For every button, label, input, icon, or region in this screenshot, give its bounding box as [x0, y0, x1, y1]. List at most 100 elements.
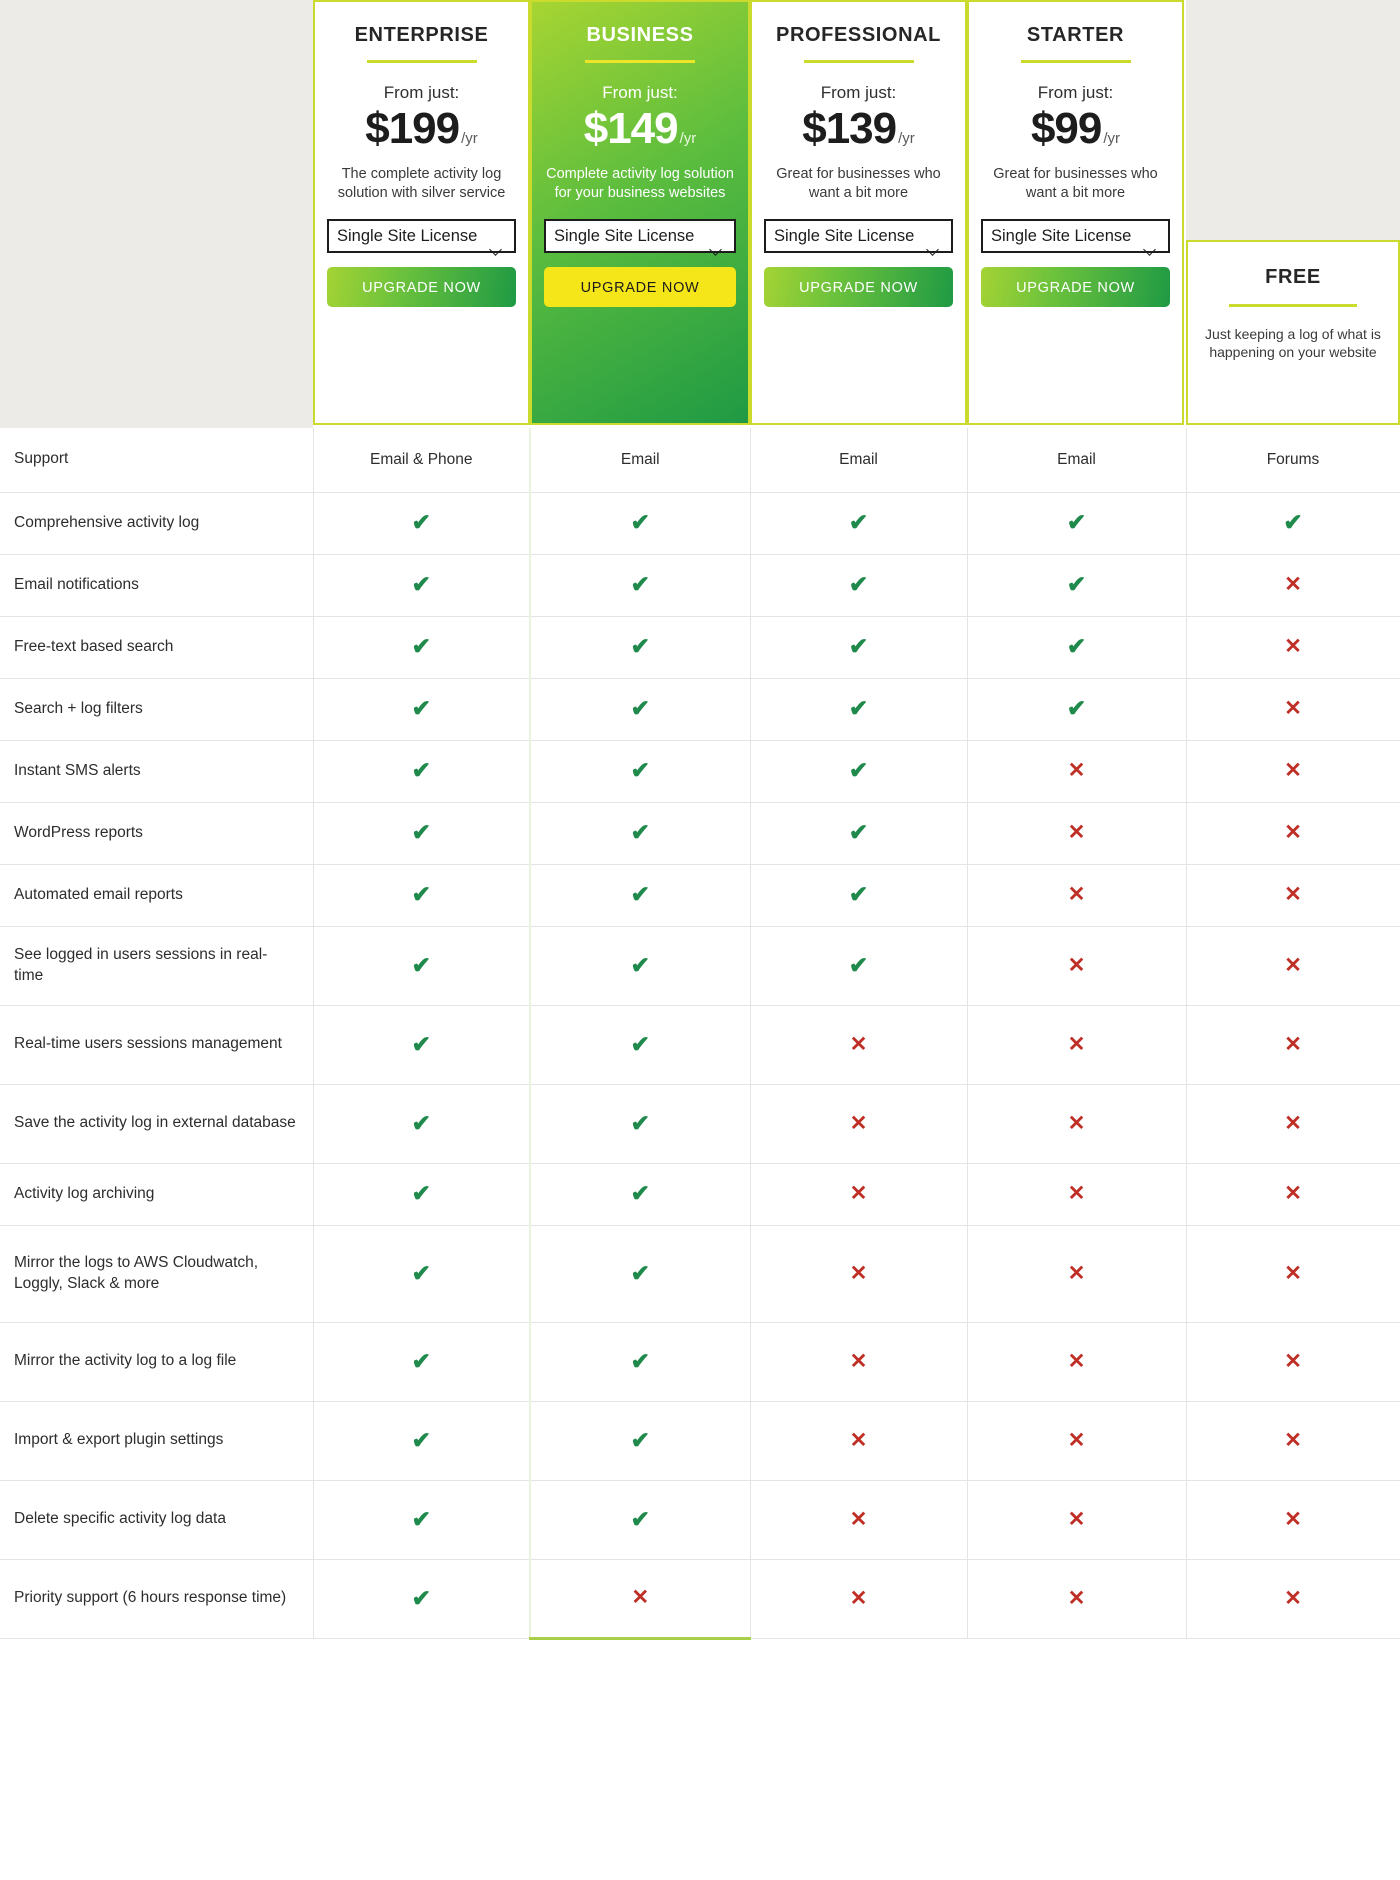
check-icon: ✔ [1066, 695, 1087, 721]
table-row: Search + log filters ✔ ✔ ✔ ✔ ✕ [0, 678, 1400, 741]
pricing-comparison-page: ENTERPRISE From just: $199/yr The comple… [0, 0, 1400, 1880]
table-row: Real-time users sessions management ✔ ✔ ✕ ✕ ✕ [0, 1005, 1400, 1085]
check-icon: ✔ [1066, 509, 1087, 535]
feature-excluded-cell: ✕ [1186, 802, 1400, 865]
from-label-starter: From just: [1037, 83, 1114, 102]
upgrade-button-professional[interactable]: UPGRADE NOW [764, 267, 953, 308]
feature-label: Save the activity log in external databa… [0, 1084, 314, 1164]
title-divider [366, 60, 477, 63]
feature-included-cell: ✔ [313, 492, 531, 555]
feature-included-cell: ✔ [313, 1480, 531, 1560]
feature-included-cell: ✔ [313, 1322, 531, 1402]
feature-label: Delete specific activity log data [0, 1480, 314, 1560]
cross-icon: ✕ [631, 1586, 650, 1609]
cross-icon: ✕ [1067, 1507, 1086, 1531]
cross-icon: ✕ [1067, 953, 1086, 977]
feature-included-cell: ✔ [529, 678, 751, 741]
feature-label: Email notifications [0, 554, 314, 617]
cross-icon: ✕ [1284, 1032, 1302, 1056]
plan-card-professional[interactable]: PROFESSIONAL From just: $139/yr Great fo… [750, 0, 967, 425]
cross-icon: ✕ [849, 1349, 868, 1373]
license-select-enterprise[interactable]: Single Site License [327, 219, 516, 254]
feature-included-cell: ✔ [750, 926, 968, 1006]
feature-label: Real-time users sessions management [0, 1005, 314, 1085]
feature-included-cell: ✔ [750, 678, 968, 741]
feature-excluded-cell: ✕ [750, 1163, 968, 1226]
feature-label: WordPress reports [0, 802, 314, 865]
feature-included-cell: ✔ [529, 492, 751, 555]
upgrade-button-starter[interactable]: UPGRADE NOW [981, 267, 1170, 308]
feature-included-cell: ✔ [750, 554, 968, 617]
license-select-professional[interactable]: Single Site License [764, 219, 953, 254]
price-period-enterprise: /yr [461, 130, 478, 147]
feature-included-cell: ✔ [313, 926, 531, 1006]
price-period-starter: /yr [1103, 130, 1121, 147]
check-icon: ✔ [630, 695, 650, 721]
check-icon: ✔ [630, 1030, 650, 1057]
from-label-enterprise: From just: [383, 83, 460, 102]
check-icon: ✔ [411, 571, 431, 597]
feature-column-spacer [0, 0, 313, 428]
plan-card-free[interactable]: FREE Just keeping a log of what is happe… [1186, 240, 1400, 425]
plan-card-business[interactable]: BUSINESS From just: $149/yr Complete act… [530, 0, 750, 425]
feature-included-cell: ✔ [529, 1163, 751, 1226]
feature-excluded-cell: ✕ [967, 864, 1187, 927]
cross-icon: ✕ [1067, 1428, 1086, 1452]
feature-included-cell: ✔ [529, 1005, 751, 1085]
license-select-business[interactable]: Single Site License [544, 219, 736, 254]
feature-included-cell: ✔ [529, 1401, 751, 1481]
support-value: Forums [1186, 428, 1400, 493]
check-icon: ✔ [411, 1109, 431, 1136]
cross-icon: ✕ [1067, 759, 1086, 782]
from-label-professional: From just: [820, 83, 897, 102]
plan-title-professional: PROFESSIONAL [776, 24, 941, 46]
feature-excluded-cell: ✕ [1186, 554, 1400, 617]
support-value: Email [750, 428, 968, 493]
check-icon: ✔ [630, 757, 650, 783]
plan-title-starter: STARTER [1026, 24, 1125, 46]
feature-included-cell: ✔ [529, 926, 751, 1006]
support-value: Email [529, 428, 751, 493]
cross-icon: ✕ [1067, 1261, 1086, 1285]
feature-label: Mirror the activity log to a log file [0, 1322, 314, 1402]
feature-label: Import & export plugin settings [0, 1401, 314, 1481]
check-icon: ✔ [411, 1584, 431, 1611]
check-icon: ✔ [411, 1426, 431, 1453]
feature-excluded-cell: ✕ [1186, 864, 1400, 927]
check-icon: ✔ [630, 1347, 650, 1374]
plan-cards: ENTERPRISE From just: $199/yr The comple… [313, 0, 1400, 428]
cross-icon: ✕ [1284, 697, 1302, 720]
feature-excluded-cell: ✕ [1186, 1225, 1400, 1323]
table-row: Delete specific activity log data ✔ ✔ ✕ ✕ ✕ [0, 1480, 1400, 1560]
check-icon: ✔ [411, 881, 431, 907]
plan-description-free: Just keeping a log of what is happening … [1205, 326, 1381, 361]
support-value: Email [967, 428, 1187, 493]
price-row-professional: $139/yr [764, 107, 953, 151]
cross-icon: ✕ [1284, 1261, 1302, 1285]
plan-description-enterprise: The complete activity log solution with … [337, 166, 506, 202]
feature-excluded-cell: ✕ [1186, 740, 1400, 803]
plan-card-enterprise[interactable]: ENTERPRISE From just: $199/yr The comple… [313, 0, 530, 425]
license-select-wrap-enterprise: Single Site License [327, 219, 516, 257]
title-divider [585, 60, 695, 63]
upgrade-button-enterprise[interactable]: UPGRADE NOW [327, 267, 516, 308]
feature-excluded-cell: ✕ [750, 1559, 968, 1639]
feature-included-cell: ✔ [313, 1084, 531, 1164]
cross-icon: ✕ [1067, 1586, 1086, 1610]
upgrade-button-business[interactable]: UPGRADE NOW [544, 267, 736, 308]
plan-card-starter[interactable]: STARTER From just: $99/yr Great for busi… [967, 0, 1184, 425]
feature-included-cell: ✔ [313, 1401, 531, 1481]
feature-included-cell: ✔ [313, 1559, 531, 1639]
table-row: Comprehensive activity log ✔ ✔ ✔ ✔ ✔ [0, 492, 1400, 555]
check-icon: ✔ [630, 819, 650, 845]
check-icon: ✔ [630, 951, 650, 978]
cross-icon: ✕ [849, 1111, 868, 1135]
feature-included-cell: ✔ [313, 678, 531, 741]
from-label-business: From just: [602, 83, 678, 102]
feature-excluded-cell: ✕ [1186, 678, 1400, 741]
cross-icon: ✕ [1284, 1586, 1302, 1610]
check-icon: ✔ [411, 1259, 431, 1286]
cross-icon: ✕ [849, 1032, 868, 1056]
feature-included-cell: ✔ [750, 616, 968, 679]
license-select-starter[interactable]: Single Site License [981, 219, 1170, 254]
